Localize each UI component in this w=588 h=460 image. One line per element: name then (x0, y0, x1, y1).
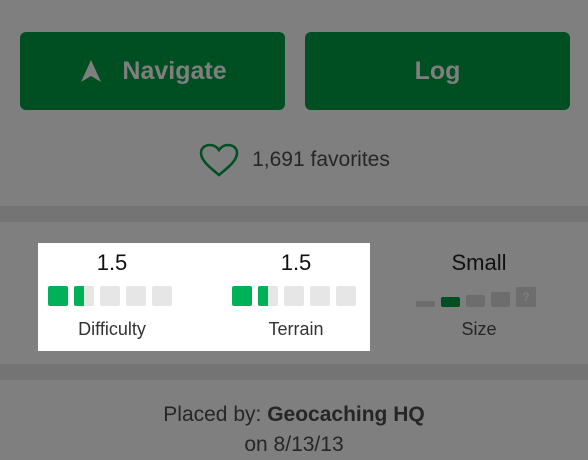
navigation-arrow-icon (78, 58, 104, 84)
rating-square (48, 286, 68, 306)
rating-square (232, 286, 252, 306)
rating-square (152, 286, 172, 306)
heart-outline-icon (198, 142, 240, 178)
size-bar-micro (416, 301, 435, 307)
difficulty-rating (48, 286, 172, 306)
rating-square (74, 286, 94, 306)
rating-square (100, 286, 120, 306)
difficulty-label: Difficulty (78, 319, 146, 339)
difficulty-stat[interactable]: 1.5 Difficulty (38, 243, 186, 351)
size-value: Small (451, 250, 507, 275)
placed-by-prefix: Placed by: (163, 403, 268, 426)
favorites-count: 1,691 favorites (252, 148, 390, 171)
favorites-row[interactable]: 1,691 favorites (0, 140, 588, 180)
placed-date: on 8/13/13 (244, 433, 344, 456)
navigate-button[interactable]: Navigate (20, 32, 285, 110)
section-divider (0, 206, 588, 222)
terrain-rating (232, 286, 356, 306)
terrain-stat[interactable]: 1.5 Terrain (222, 243, 370, 351)
navigate-label: Navigate (122, 56, 227, 85)
log-button[interactable]: Log (305, 32, 570, 110)
owner-name[interactable]: Geocaching HQ (267, 403, 425, 426)
terrain-label: Terrain (268, 319, 324, 339)
difficulty-value: 1.5 (96, 250, 128, 275)
size-bar-small (441, 297, 460, 307)
rating-square (126, 286, 146, 306)
size-bar-large (491, 292, 510, 307)
section-divider (0, 364, 588, 380)
rating-square (310, 286, 330, 306)
terrain-value: 1.5 (280, 250, 312, 275)
rating-square (258, 286, 278, 306)
size-label: Size (461, 319, 497, 339)
log-label: Log (414, 56, 461, 85)
size-indicator: ? (416, 287, 536, 307)
size-stat[interactable]: Small ? Size (405, 243, 553, 351)
size-bar-regular (466, 295, 485, 307)
rating-square (284, 286, 304, 306)
placed-by-info: Placed by: Geocaching HQ on 8/13/13 (0, 400, 588, 460)
rating-square (336, 286, 356, 306)
size-other-icon: ? (516, 287, 536, 307)
